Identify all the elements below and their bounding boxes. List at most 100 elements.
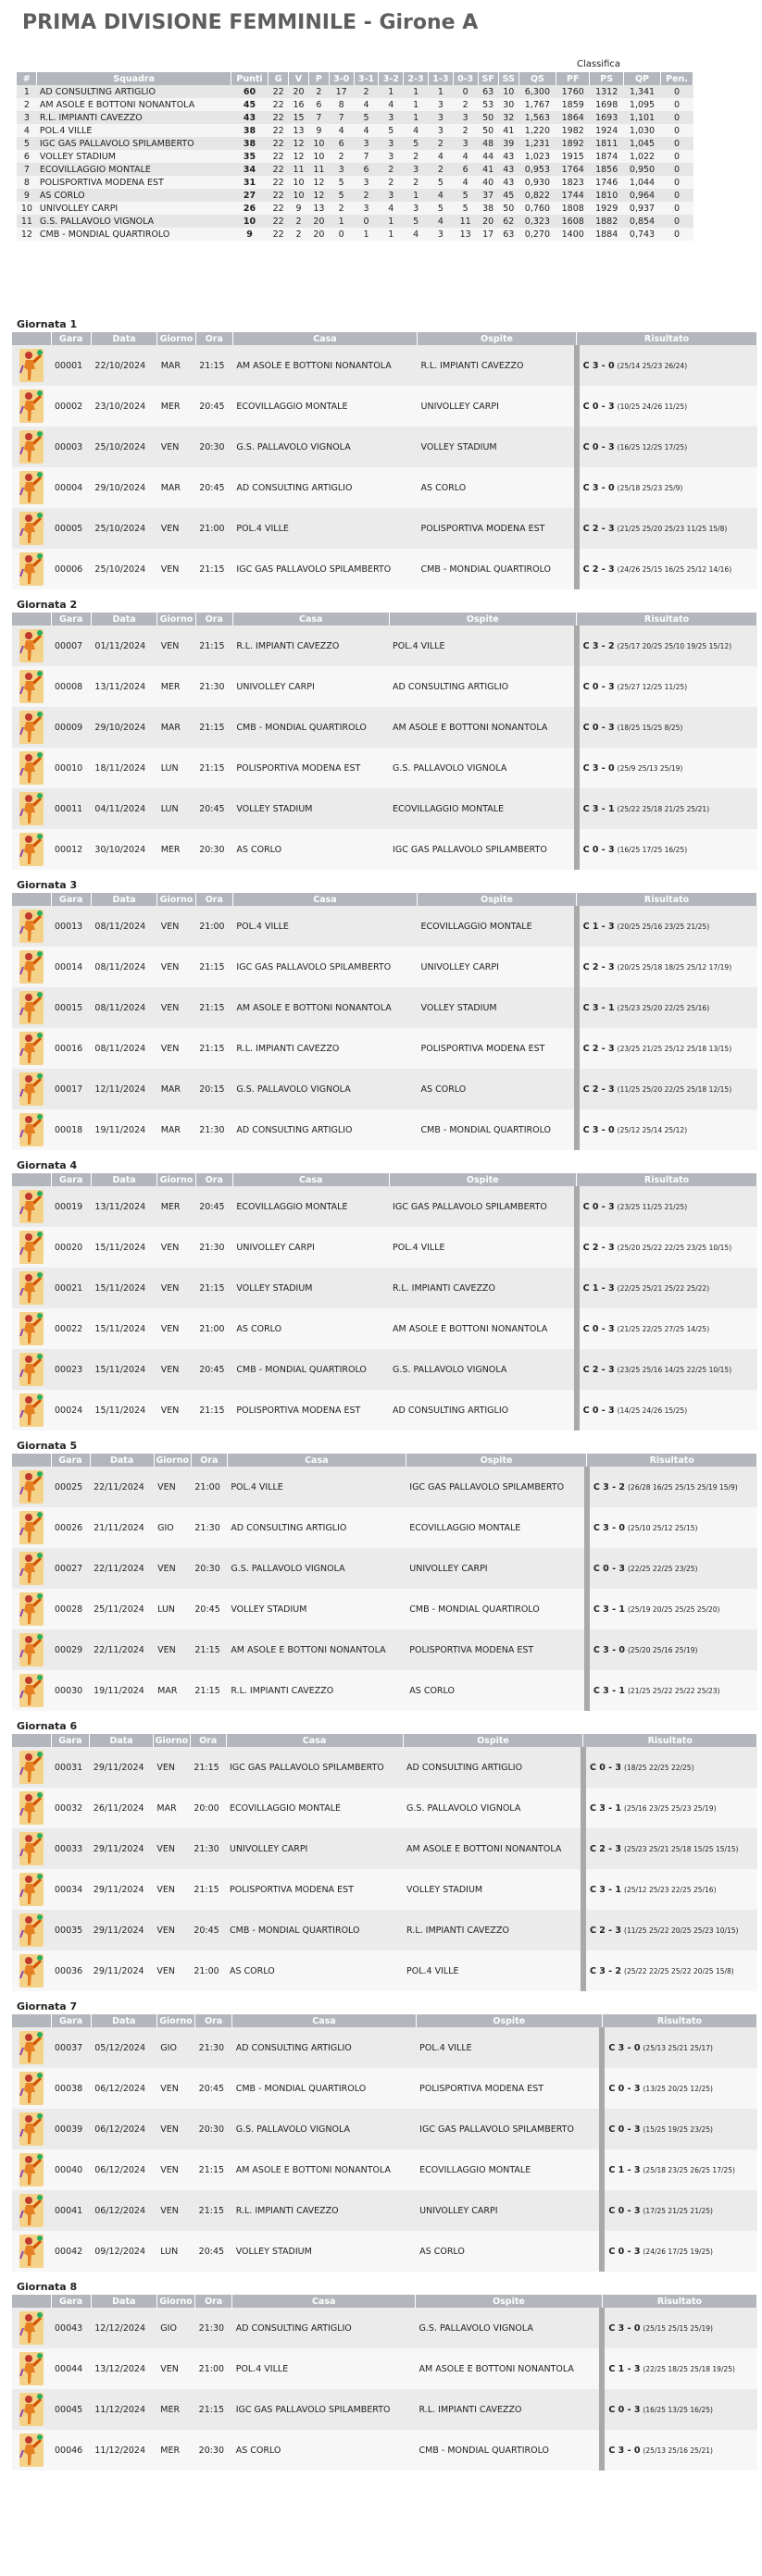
game-number: 00037	[51, 2027, 92, 2068]
game-time: 21:15	[195, 947, 233, 987]
game-number: 00028	[51, 1589, 91, 1629]
away-team: AM ASOLE E BOTTONI NONANTOLA	[389, 1308, 577, 1349]
game-day: VEN	[156, 1227, 196, 1268]
standings-cell: 38	[231, 137, 269, 150]
game-number: 00024	[51, 1390, 92, 1430]
game-day: VEN	[154, 1467, 192, 1507]
game-result: C 1 - 3 (25/18 23/25 26/25 17/25)	[599, 2149, 757, 2190]
game-date: 29/10/2024	[91, 467, 157, 508]
game-result: C 0 - 3 (18/25 22/25 22/25)	[580, 1747, 757, 1788]
team-name: UNIVOLLEY CARPI	[36, 202, 231, 215]
game-row: 00015 08/11/2024 VEN 21:15 AM ASOLE E BOTTON…	[12, 987, 757, 1028]
standings-col-header[interactable]: SS	[498, 72, 519, 85]
standings-col-header[interactable]: Punti	[231, 72, 269, 85]
result-sets: (25/27 12/25 11/25)	[617, 682, 688, 691]
game-day: VEN	[156, 906, 196, 947]
standings-col-header[interactable]: QS	[518, 72, 556, 85]
result-score: C 2 - 3	[589, 1925, 621, 1936]
result-score: C 2 - 3	[582, 523, 615, 534]
game-time: 21:00	[191, 1467, 228, 1507]
result-sets: (21/25 22/25 27/25 14/25)	[617, 1324, 710, 1333]
game-time: 21:30	[194, 2027, 232, 2068]
game-icon-cell	[12, 1467, 51, 1507]
standings-cell: 5	[453, 189, 479, 202]
game-result: C 3 - 0 (25/18 25/23 25/9)	[573, 467, 757, 508]
game-row: 00001 22/10/2024 MAR 21:15 AM ASOLE E BOTTON…	[12, 345, 757, 386]
volleyball-player-icon	[18, 1269, 45, 1307]
volleyball-player-icon	[18, 790, 45, 827]
home-team: UNIVOLLEY CARPI	[232, 1227, 390, 1268]
standings-col-header[interactable]: QP	[623, 72, 662, 85]
game-icon-cell	[12, 947, 51, 987]
standings-cell: 1929	[589, 202, 624, 215]
standings-cell: 20	[288, 85, 309, 98]
round-title: Giornata 8	[17, 2281, 78, 2293]
game-icon-cell	[12, 2389, 51, 2430]
game-day: LUN	[156, 788, 196, 829]
standings-cell: 0	[660, 189, 693, 202]
standings-col-header[interactable]: 3-0	[329, 72, 355, 85]
icon-col-header	[12, 2014, 52, 2027]
home-team: G.S. PALLAVOLO VIGNOLA	[227, 1548, 406, 1589]
standings-cell: 10	[308, 137, 330, 150]
round-title: Giornata 2	[17, 599, 78, 611]
standings-col-header[interactable]: 2-3	[403, 72, 429, 85]
standings-col-header[interactable]: PF	[556, 72, 591, 85]
standings-cell: 1924	[589, 124, 624, 137]
standings-row: 9 AS CORLO 27 22 10 12 5 2 3 1 4 5 37 45 0,822 1744 1810…	[17, 189, 693, 202]
games-col-header: Ora	[195, 893, 233, 906]
game-time: 21:00	[195, 508, 233, 549]
volleyball-player-icon	[18, 1030, 45, 1067]
standings-cell: 4	[354, 124, 379, 137]
standings-col-header[interactable]: 3-2	[378, 72, 405, 85]
standings-cell: 16	[288, 98, 309, 111]
game-time: 21:30	[194, 2308, 232, 2348]
game-day: GIO	[156, 2027, 195, 2068]
games-col-header: Casa	[231, 2295, 417, 2308]
standings-cell: 1884	[589, 228, 624, 241]
standings-col-header[interactable]: PS	[589, 72, 624, 85]
standings-cell: 12	[17, 228, 37, 241]
game-date: 23/10/2024	[91, 386, 157, 427]
game-result: C 3 - 1 (25/19 20/25 25/25 25/20)	[583, 1589, 757, 1629]
standings-col-header[interactable]: V	[288, 72, 309, 85]
team-name: POLISPORTIVA MODENA EST	[36, 176, 231, 189]
volleyball-player-icon	[18, 627, 45, 664]
games-col-header: Gara	[51, 613, 92, 625]
standings-cell: 1	[17, 85, 37, 98]
volleyball-player-icon	[18, 989, 45, 1026]
game-day: VEN	[156, 1308, 196, 1349]
standings-cell: 1744	[556, 189, 590, 202]
standings-cell: 11	[308, 163, 330, 176]
result-score: C 0 - 3	[608, 2246, 641, 2257]
standings-cell: 12	[288, 137, 309, 150]
game-row: 00004 29/10/2024 MAR 20:45 AD CONSULTING ART…	[12, 467, 757, 508]
standings-col-header[interactable]: Squadra	[36, 72, 231, 85]
standings-col-header[interactable]: P	[308, 72, 330, 85]
standings-cell: 3	[428, 111, 454, 124]
standings-col-header[interactable]: #	[17, 72, 38, 85]
standings-cell: 3	[453, 137, 479, 150]
games-col-header: Giorno	[156, 2295, 196, 2308]
standings-cell: 2	[453, 124, 479, 137]
games-col-header: Ospite	[417, 893, 578, 906]
standings-col-header[interactable]: SF	[478, 72, 499, 85]
home-team: AD CONSULTING ARTIGLIO	[232, 467, 418, 508]
standings-col-header[interactable]: G	[268, 72, 290, 85]
game-icon-cell	[12, 2430, 51, 2471]
standings-row: 5 IGC GAS PALLAVOLO SPILAMBERTO 38 22 12 10 6 3…	[17, 137, 693, 150]
round-title: Giornata 6	[17, 1720, 78, 1732]
home-team: AD CONSULTING ARTIGLIO	[232, 1109, 418, 1150]
away-team: R.L. IMPIANTI CAVEZZO	[403, 1910, 583, 1951]
game-day: GIO	[154, 1507, 192, 1548]
game-number: 00032	[51, 1788, 90, 1828]
standings-cell: 2	[329, 150, 355, 163]
home-team: UNIVOLLEY CARPI	[232, 666, 390, 707]
games-col-header: Data	[91, 332, 158, 345]
game-icon-cell	[12, 1227, 51, 1268]
standings-col-header[interactable]: 3-1	[354, 72, 380, 85]
standings-col-header[interactable]: 1-3	[428, 72, 454, 85]
standings-col-header[interactable]: Pen.	[660, 72, 693, 85]
home-team: AM ASOLE E BOTTONI NONANTOLA	[231, 2149, 417, 2190]
standings-col-header[interactable]: 0-3	[453, 72, 479, 85]
